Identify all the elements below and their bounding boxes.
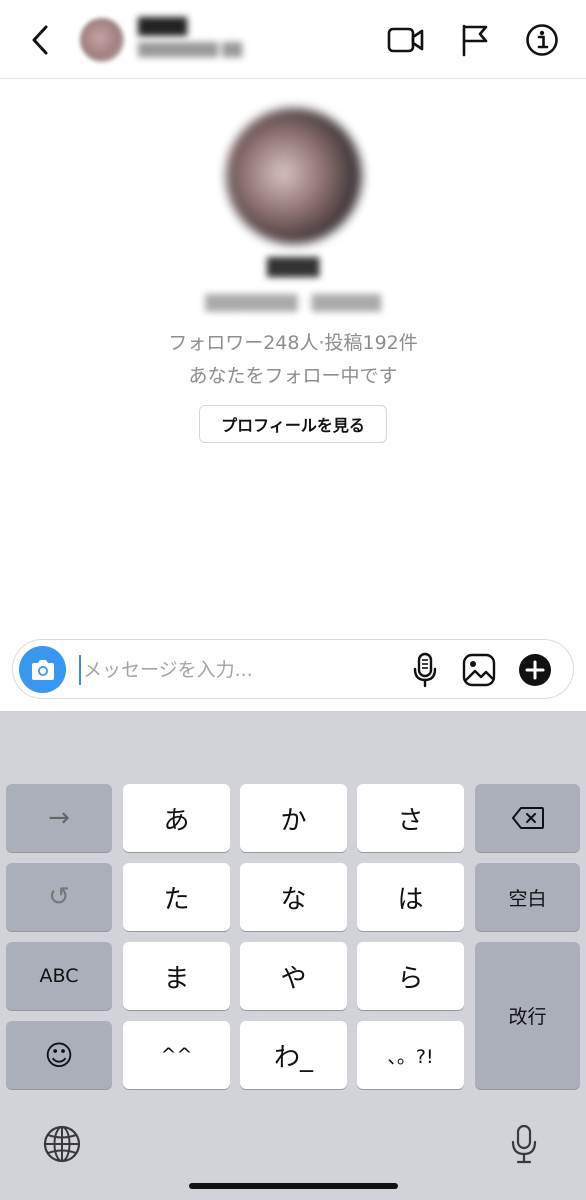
- backspace-icon: [511, 807, 544, 829]
- info-icon: [526, 24, 558, 56]
- globe-icon: [43, 1125, 81, 1163]
- video-call-icon: [387, 27, 424, 53]
- back-chevron-icon: [32, 25, 48, 55]
- video-call-button[interactable]: [386, 20, 426, 60]
- kana-key-wa[interactable]: わ_: [240, 1021, 347, 1089]
- dictation-button[interactable]: [502, 1122, 546, 1166]
- view-profile-button[interactable]: プロフィールを見る: [199, 405, 387, 443]
- gallery-button[interactable]: [459, 650, 499, 690]
- kana-key-ta[interactable]: た: [123, 863, 230, 931]
- chat-header: ████ ████████ ██: [0, 0, 586, 79]
- profile-avatar[interactable]: [226, 108, 362, 244]
- kana-key-ra[interactable]: ら: [357, 942, 464, 1010]
- return-key[interactable]: 改行: [475, 942, 580, 1089]
- contact-subtitle: ████████ ██: [138, 43, 243, 58]
- camera-icon: [31, 659, 54, 680]
- microphone-icon: [511, 1124, 537, 1164]
- profile-stats: フォロワー248人·投稿192件: [168, 332, 418, 354]
- keyboard-switch-button[interactable]: [40, 1122, 84, 1166]
- profile-name: ████: [266, 258, 320, 278]
- next-candidate-key[interactable]: →: [6, 784, 112, 852]
- microphone-icon: [413, 652, 437, 688]
- info-button[interactable]: [522, 20, 562, 60]
- flag-icon: [462, 24, 488, 57]
- japanese-kana-keyboard: → ↺ ABC ☺ あ か さ た な は ま や ら ^^ わ_ 、。?! 空…: [0, 711, 586, 1200]
- camera-button[interactable]: [19, 646, 66, 693]
- contact-name[interactable]: ████: [138, 16, 187, 38]
- kana-key-ma[interactable]: ま: [123, 942, 230, 1010]
- text-caret: [79, 655, 81, 685]
- back-button[interactable]: [22, 20, 58, 60]
- home-indicator[interactable]: [189, 1183, 398, 1189]
- abc-key[interactable]: ABC: [6, 942, 112, 1010]
- plus-icon: [519, 654, 551, 686]
- kana-key-ha[interactable]: は: [357, 863, 464, 931]
- report-button[interactable]: [455, 20, 495, 60]
- kana-key-sa[interactable]: さ: [357, 784, 464, 852]
- contact-avatar[interactable]: [80, 18, 124, 62]
- kana-key-a[interactable]: あ: [123, 784, 230, 852]
- kaomoji-key[interactable]: ^^: [123, 1021, 230, 1089]
- message-composer: [12, 639, 574, 699]
- punctuation-key[interactable]: 、。?!: [357, 1021, 464, 1089]
- kana-key-ya[interactable]: や: [240, 942, 347, 1010]
- more-options-button[interactable]: [515, 650, 555, 690]
- voice-message-button[interactable]: [405, 650, 445, 690]
- gallery-icon: [462, 653, 496, 687]
- kana-key-ka[interactable]: か: [240, 784, 347, 852]
- emoji-key[interactable]: ☺: [6, 1021, 112, 1089]
- delete-key[interactable]: [475, 784, 580, 852]
- kana-key-na[interactable]: な: [240, 863, 347, 931]
- follow-status: あなたをフォロー中です: [188, 365, 398, 387]
- profile-handle: ████████ · ██████: [205, 294, 381, 312]
- space-key[interactable]: 空白: [475, 863, 580, 931]
- message-input[interactable]: [83, 652, 403, 688]
- undo-key[interactable]: ↺: [6, 863, 112, 931]
